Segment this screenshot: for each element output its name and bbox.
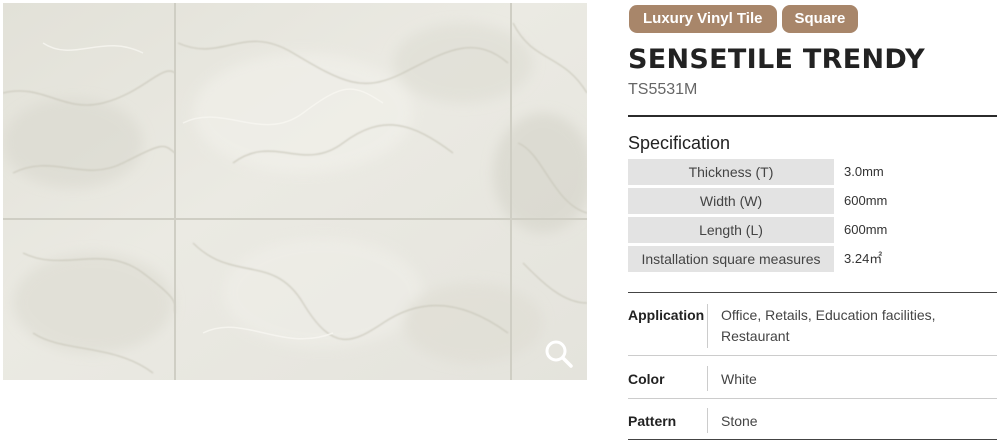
marble-tile-image — [3, 3, 587, 380]
spec-label: Width (W) — [628, 188, 834, 214]
color-divider — [707, 366, 708, 391]
spec-label: Installation square measures — [628, 246, 834, 272]
spec-label: Length (L) — [628, 217, 834, 243]
title-divider — [628, 115, 997, 117]
color-label: Color — [628, 371, 665, 387]
application-divider — [707, 304, 708, 348]
spec-value: 600mm — [844, 222, 888, 237]
details-divider-top — [628, 292, 997, 293]
spec-row-thickness: Thickness (T) 3.0mm — [628, 159, 997, 188]
row-divider — [628, 398, 997, 399]
specification-heading: Specification — [628, 133, 731, 153]
product-title: SENSETILE TRENDY — [628, 44, 925, 75]
row-divider — [628, 355, 997, 356]
application-value: Office, Retails, Education facilities, R… — [721, 307, 936, 344]
search-icon — [545, 340, 573, 368]
pattern-value: Stone — [721, 413, 758, 429]
color-value: White — [721, 371, 757, 387]
spec-row-width: Width (W) 600mm — [628, 188, 997, 217]
spec-row-length: Length (L) 600mm — [628, 217, 997, 246]
tag-square[interactable]: Square — [781, 5, 859, 33]
spec-value: 3.24㎡ — [844, 251, 883, 266]
spec-label: Thickness (T) — [628, 159, 834, 185]
spec-value: 3.0mm — [844, 164, 884, 179]
product-code: TS5531M — [628, 81, 698, 98]
pattern-divider — [707, 408, 708, 433]
pattern-label: Pattern — [628, 413, 677, 429]
spec-value: 600mm — [844, 193, 888, 208]
category-tags: Luxury Vinyl Tile Square — [629, 5, 859, 33]
details-divider-bottom — [628, 439, 997, 440]
zoom-button[interactable] — [542, 337, 576, 371]
application-label: Application — [628, 307, 705, 323]
product-image[interactable] — [3, 3, 587, 380]
spec-row-installation: Installation square measures 3.24㎡ — [628, 246, 997, 275]
tag-luxury-vinyl-tile[interactable]: Luxury Vinyl Tile — [629, 5, 777, 33]
specification-table: Thickness (T) 3.0mm Width (W) 600mm Leng… — [628, 159, 997, 275]
